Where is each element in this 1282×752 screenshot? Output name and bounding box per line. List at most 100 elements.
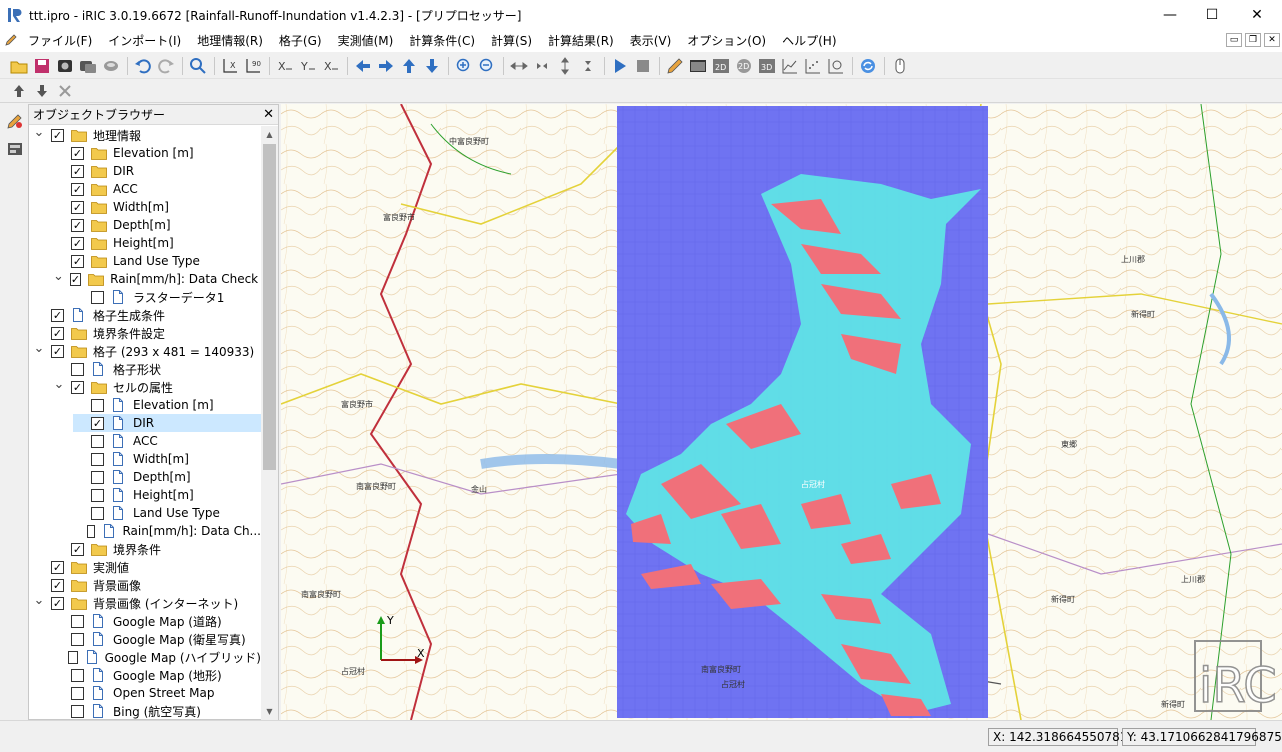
menu-import[interactable]: インポート(I) [100,30,189,52]
minimize-button[interactable]: — [1147,0,1193,30]
tree-item[interactable]: ⌄ ✓ セルの属性 [53,377,261,396]
zoom-region-icon[interactable] [187,55,209,77]
mouse-icon[interactable] [889,55,911,77]
tree-item[interactable]: ✓ ACC [53,180,261,198]
tree-item[interactable]: ⌄ ✓ 格子 (293 x 481 = 140933) [33,341,261,360]
expand-chevron-icon[interactable]: ⌄ [33,126,45,140]
animation-icon[interactable] [100,55,122,77]
visibility-checkbox[interactable] [91,452,104,466]
visibility-checkbox[interactable] [71,614,84,628]
object-browser-close-button[interactable]: ✕ [263,107,274,122]
redo-icon[interactable] [155,55,177,77]
visibility-checkbox[interactable]: ✓ [51,128,64,142]
scroll-up-arrow-icon[interactable]: ▲ [261,126,278,143]
visibility-checkbox[interactable]: ✓ [71,146,84,160]
visibility-checkbox[interactable] [91,290,104,304]
tree-item[interactable]: ✓ Width[m] [53,198,261,216]
yz-view-icon[interactable]: Y [297,55,319,77]
zoom-x-in-icon[interactable] [508,55,530,77]
zoom-out-icon[interactable] [476,55,498,77]
visibility-checkbox[interactable]: ✓ [71,200,84,214]
mdi-restore-button[interactable]: ❐ [1245,33,1261,47]
visibility-checkbox[interactable]: ✓ [71,182,84,196]
menu-measured[interactable]: 実測値(M) [330,30,402,52]
chart-zoom-icon[interactable] [825,55,847,77]
open-folder-icon[interactable] [8,55,30,77]
visibility-checkbox[interactable] [91,398,104,412]
close-button[interactable]: ✕ [1234,0,1280,30]
arrow-down-icon[interactable] [31,80,53,102]
tree-item[interactable]: Rain[mm/h]: Data Ch... [73,522,261,540]
tree-item[interactable]: ACC [73,432,261,450]
xy-view-icon[interactable]: X [320,55,342,77]
tree-item[interactable]: ✓ DIR [53,162,261,180]
menu-calc-conditions[interactable]: 計算条件(C) [401,30,483,52]
menu-file[interactable]: ファイル(F) [20,30,100,52]
run-icon[interactable] [609,55,631,77]
tree-item[interactable]: Google Map (ハイブリッド) [53,648,261,666]
scroll-thumb[interactable] [263,144,276,470]
expand-chevron-icon[interactable]: ⌄ [53,377,65,392]
visibility-checkbox[interactable] [71,704,84,718]
visibility-checkbox[interactable]: ✓ [51,344,64,358]
menu-results[interactable]: 計算結果(R) [540,30,622,52]
tree-item[interactable]: Google Map (道路) [53,612,261,630]
visibility-checkbox[interactable] [91,506,104,520]
zoom-in-icon[interactable] [453,55,475,77]
tree-item[interactable]: ⌄ ✓ 地理情報 [33,126,261,144]
menu-calculation[interactable]: 計算(S) [483,30,540,52]
visibility-checkbox[interactable]: ✓ [71,380,84,394]
visibility-checkbox[interactable] [86,524,96,538]
visibility-checkbox[interactable]: ✓ [69,272,82,286]
visibility-checkbox[interactable]: ✓ [71,542,84,556]
refresh-icon[interactable] [857,55,879,77]
move-left-icon[interactable] [352,55,374,77]
tree-item[interactable]: ✓ 背景画像 [33,576,261,594]
visibility-checkbox[interactable]: ✓ [91,416,104,430]
window-icon[interactable] [687,55,709,77]
stop-icon[interactable] [632,55,654,77]
tree-item[interactable]: Bing (航空写真) [53,702,261,720]
zoom-y-out-icon[interactable] [577,55,599,77]
visibility-checkbox[interactable] [71,632,84,646]
mdi-close-button[interactable]: ✕ [1264,33,1280,47]
expand-chevron-icon[interactable]: ⌄ [33,593,45,608]
scroll-down-arrow-icon[interactable]: ▼ [261,703,278,720]
mdi-minimize-button[interactable]: ▭ [1226,33,1242,47]
delete-icon[interactable] [54,80,76,102]
visibility-checkbox[interactable] [71,362,84,376]
tree-item[interactable]: 格子形状 [53,360,261,378]
tree-item[interactable]: ✓ 境界条件設定 [33,324,261,342]
tree-item[interactable]: ✓ Land Use Type [53,252,261,270]
zoom-y-in-icon[interactable] [554,55,576,77]
copy-snapshot-icon[interactable] [77,55,99,77]
menu-grid[interactable]: 格子(G) [271,30,330,52]
x-axis-icon[interactable]: X [219,55,241,77]
visibility-checkbox[interactable]: ✓ [51,308,64,322]
visibility-checkbox[interactable] [71,668,84,682]
view-2d-icon[interactable]: 2D [710,55,732,77]
visibility-checkbox[interactable] [91,470,104,484]
undo-icon[interactable] [132,55,154,77]
visibility-checkbox[interactable] [91,488,104,502]
tree-item[interactable]: ⌄ ✓ Rain[mm/h]: Data Check ... [53,269,261,288]
property-tool-icon[interactable] [4,138,26,160]
visibility-checkbox[interactable]: ✓ [71,218,84,232]
visibility-checkbox[interactable]: ✓ [51,560,64,574]
expand-chevron-icon[interactable]: ⌄ [53,269,64,284]
menu-options[interactable]: オプション(O) [679,30,774,52]
tree-item[interactable]: Land Use Type [73,504,261,522]
visibility-checkbox[interactable]: ✓ [51,578,64,592]
zoom-x-out-icon[interactable] [531,55,553,77]
map-view[interactable]: iRC 中富良野町 富良野市 富良野市 南富良野町 金山 占冠村 南富良野町 上… [281,104,1282,720]
maximize-button[interactable]: ☐ [1189,0,1235,30]
tree-item[interactable]: Google Map (衛星写真) [53,630,261,648]
visibility-checkbox[interactable]: ✓ [51,326,64,340]
xz-view-icon[interactable]: X [274,55,296,77]
menu-geo-data[interactable]: 地理情報(R) [189,30,271,52]
visibility-checkbox[interactable] [71,686,84,700]
menu-view[interactable]: 表示(V) [622,30,680,52]
visibility-checkbox[interactable] [91,434,104,448]
menu-help[interactable]: ヘルプ(H) [774,30,844,52]
tree-item[interactable]: ✓ 実測値 [33,558,261,576]
